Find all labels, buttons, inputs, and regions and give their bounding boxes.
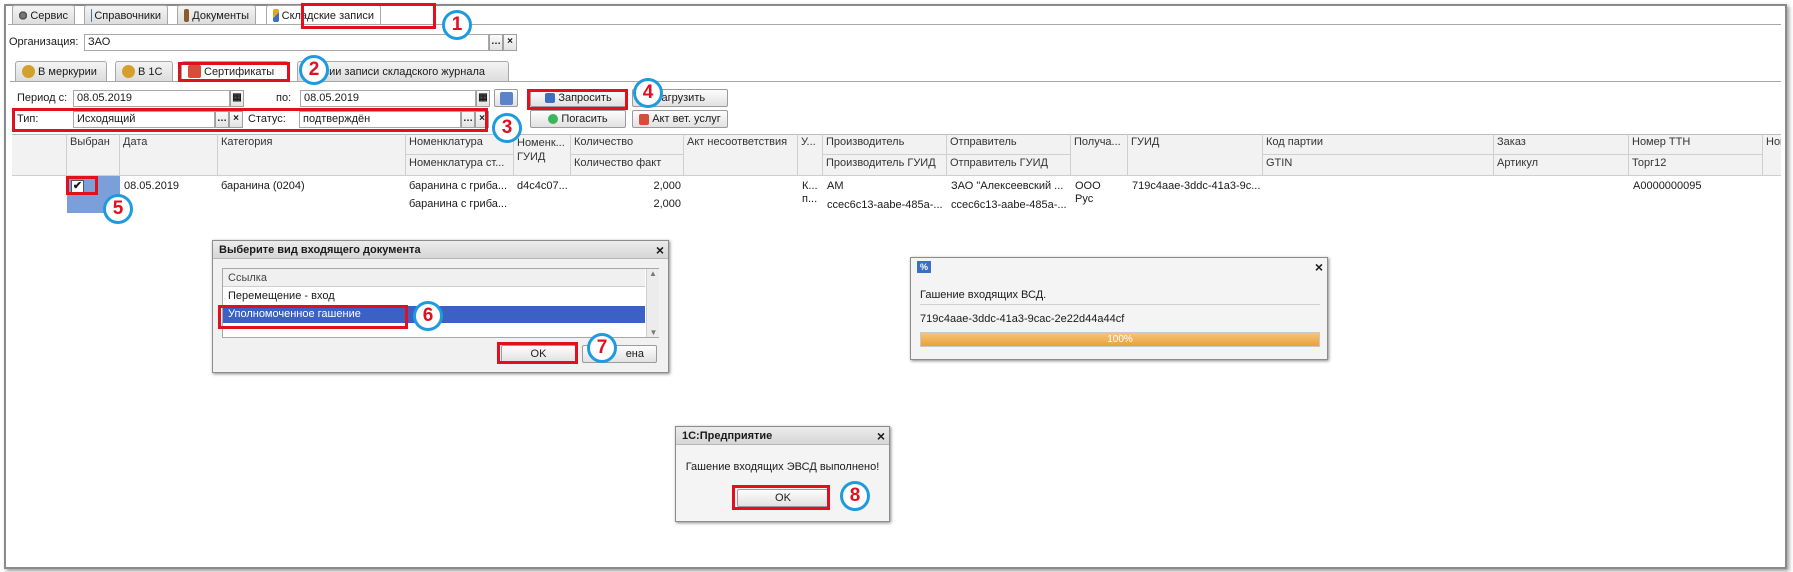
annotation-box-7 (497, 342, 578, 364)
col-torg12[interactable]: Торг12 (1629, 155, 1763, 176)
row-producer-guid: ccec6c13-aabe-485a-... (827, 199, 943, 211)
row-nomenclature-std: баранина с гриба... (409, 198, 508, 210)
org-label: Организация: (9, 36, 79, 48)
col-marker (12, 134, 67, 176)
tab-documents[interactable]: Документы (177, 5, 256, 25)
row-unit-2: п... (802, 193, 818, 205)
col-quantity[interactable]: Количество (571, 134, 684, 155)
row-quantity-fact: 2,000 (653, 198, 681, 210)
row-quantity: 2,000 (653, 180, 681, 192)
message-text: Гашение входящих ЭВСД выполнено! (685, 461, 880, 473)
step-badge-6: 6 (413, 301, 443, 331)
row-producer: АМ (827, 180, 844, 192)
redeem-button[interactable]: Погасить (530, 110, 626, 128)
briefcase-icon (184, 9, 190, 22)
calendar-icon (499, 91, 513, 105)
progress-dialog-titlebar: % (911, 258, 1327, 276)
annotation-box-2 (178, 62, 290, 82)
org-clear-button[interactable]: × (503, 34, 517, 51)
progress-bar: 100% (920, 332, 1320, 347)
magnifier-icon (22, 65, 35, 78)
col-receiver[interactable]: Получа... (1071, 134, 1128, 176)
step-badge-4: 4 (633, 78, 663, 108)
percent-icon: % (917, 261, 931, 273)
close-icon[interactable]: × (877, 428, 885, 444)
tab-catalogs[interactable]: Справочники (84, 5, 168, 25)
col-batch-code[interactable]: Код партии (1263, 134, 1494, 155)
close-icon[interactable]: × (656, 242, 664, 258)
row-date: 08.05.2019 (124, 180, 180, 192)
period-to-input[interactable]: 08.05.2019 (300, 90, 476, 107)
org-select-button[interactable]: … (489, 34, 503, 51)
col-nom-guid[interactable]: Номенк... ГУИД (514, 134, 571, 176)
close-icon[interactable]: × (1315, 259, 1323, 275)
step-badge-1: 1 (442, 10, 472, 40)
progress-divider (920, 304, 1320, 305)
progress-percent: 100% (1107, 334, 1133, 345)
doc-type-scrollbar[interactable]: ▲ ▼ (646, 269, 659, 337)
col-more[interactable]: Ном (1763, 134, 1781, 176)
period-picker-button[interactable] (494, 89, 518, 107)
step-badge-7: 7 (587, 333, 617, 363)
org-input[interactable]: ЗАО (84, 34, 489, 51)
row-receiver: ООО (1075, 180, 1101, 192)
progress-dialog: % × Гашение входящих ВСД. 719c4aae-3ddc-… (910, 257, 1328, 360)
calendar-from-icon[interactable]: ▦ (230, 90, 244, 107)
col-unit[interactable]: У... (798, 134, 823, 176)
col-date[interactable]: Дата (120, 134, 218, 176)
annotation-box-4 (527, 89, 628, 110)
gear-icon (19, 9, 28, 22)
col-selected[interactable]: Выбран (67, 134, 120, 176)
step-badge-8: 8 (840, 481, 870, 511)
step-badge-3: 3 (492, 113, 522, 143)
calendar-to-icon[interactable]: ▦ (476, 90, 490, 107)
annotation-box-5 (66, 176, 98, 195)
period-from-label: Период с: (17, 92, 68, 104)
period-from-input[interactable]: 08.05.2019 (73, 90, 230, 107)
progress-heading: Гашение входящих ВСД. (920, 289, 1047, 301)
row-nomenclature: баранина с гриба... (409, 180, 508, 192)
col-category[interactable]: Категория (218, 134, 406, 176)
subtab-1c[interactable]: В 1С (115, 61, 173, 81)
col-gtin[interactable]: GTIN (1263, 155, 1494, 176)
search-1c-icon (122, 65, 135, 78)
pdf-icon (639, 113, 650, 125)
annotation-box-1 (301, 3, 436, 29)
tab-service[interactable]: Сервис (12, 5, 75, 25)
row-sender-guid: ccec6c13-aabe-485a-... (951, 199, 1067, 211)
col-sender-guid[interactable]: Отправитель ГУИД (947, 155, 1071, 176)
row-unit: К... (802, 180, 818, 192)
col-nonconformity-act[interactable]: Акт несоответствия (684, 134, 798, 176)
row-category: баранина (0204) (221, 180, 305, 192)
col-quantity-fact[interactable]: Количество факт (571, 155, 684, 176)
col-nomenclature-std[interactable]: Номенклатура ст... (406, 155, 514, 176)
message-dialog-title: 1С:Предприятие (676, 427, 889, 445)
col-ttn[interactable]: Номер ТТН (1629, 134, 1763, 155)
doc-type-list-header: Ссылка (223, 269, 645, 287)
annotation-box-3 (12, 108, 488, 132)
tabs-divider (8, 24, 1781, 25)
progress-guid: 719c4aae-3ddc-41a3-9cac-2e22d44a44cf (920, 313, 1125, 325)
col-producer-guid[interactable]: Производитель ГУИД (823, 155, 947, 176)
row-receiver-2: Рус (1075, 193, 1094, 205)
row-guid: 719c4aae-3ddc-41a3-9c... (1132, 180, 1261, 192)
row-nom-guid: d4c4c07... (517, 180, 568, 192)
subtab-mercury[interactable]: В меркурии (15, 61, 107, 81)
annotation-box-8 (732, 485, 830, 510)
annotation-box-6 (218, 305, 408, 329)
col-producer[interactable]: Производитель (823, 134, 947, 155)
col-article[interactable]: Артикул (1494, 155, 1629, 176)
vet-act-button[interactable]: Акт вет. услуг (632, 110, 728, 128)
step-badge-5: 5 (103, 194, 133, 224)
period-to-label: по: (276, 92, 292, 104)
col-sender[interactable]: Отправитель (947, 134, 1071, 155)
col-guid[interactable]: ГУИД (1128, 134, 1263, 176)
row-ttn: A0000000095 (1633, 180, 1702, 192)
col-order[interactable]: Заказ (1494, 134, 1629, 155)
step-badge-2: 2 (299, 55, 329, 85)
choose-doc-dialog-title: Выберите вид входящего документа (213, 241, 668, 259)
redeem-icon (548, 114, 559, 124)
row-sender: ЗАО "Алексеевский ... (951, 180, 1064, 192)
warehouse-icon (273, 9, 279, 22)
